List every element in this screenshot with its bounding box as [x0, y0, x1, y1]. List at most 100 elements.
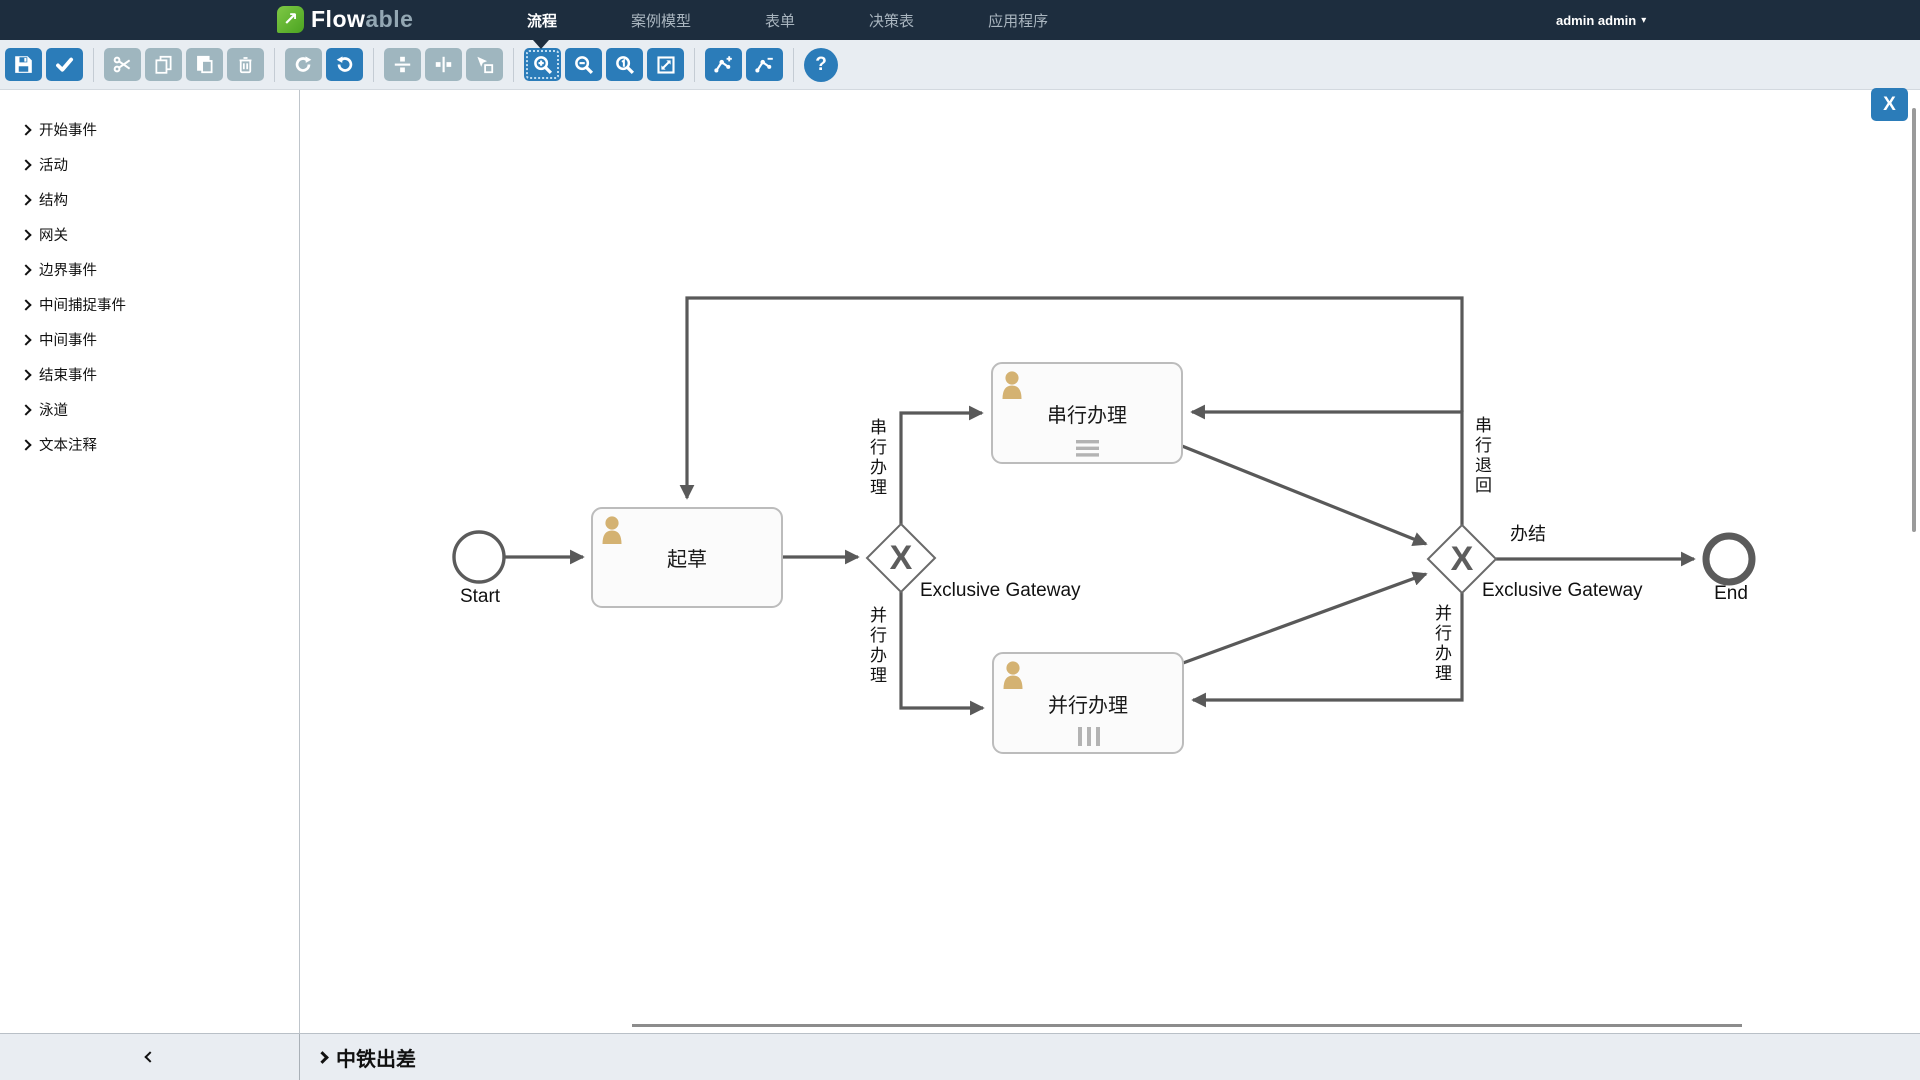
- toolbar-separator: [274, 48, 275, 82]
- chevron-right-icon: [20, 124, 31, 135]
- palette-group-intermediate-catching-events[interactable]: 中间捕捉事件: [0, 287, 299, 322]
- toolbar-separator: [694, 48, 695, 82]
- serial-task-label[interactable]: 串行办理: [992, 363, 1182, 463]
- end-event-label: End: [1700, 583, 1762, 605]
- palette-group-structural[interactable]: 结构: [0, 182, 299, 217]
- editor-toolbar: ? X: [0, 40, 1920, 90]
- bendpoint-add-icon: [714, 55, 733, 74]
- align-vertical-icon: [434, 55, 453, 74]
- same-size-icon: [475, 55, 494, 74]
- chevron-right-icon: [20, 369, 31, 380]
- main-nav: 流程 案例模型 表单 决策表 应用程序: [527, 0, 1048, 40]
- paste-icon: [195, 55, 214, 74]
- start-event-shape[interactable]: [454, 532, 504, 582]
- zoom-actual-icon: [615, 55, 635, 75]
- nav-tab-decision-tables[interactable]: 决策表: [869, 10, 914, 31]
- help-icon: ?: [815, 54, 827, 76]
- palette-group-start-events[interactable]: 开始事件: [0, 112, 299, 147]
- bendpoint-remove-button[interactable]: [746, 48, 783, 81]
- chevron-right-icon: [20, 229, 31, 240]
- validate-check-icon: [55, 55, 74, 74]
- palette-group-intermediate-events[interactable]: 中间事件: [0, 322, 299, 357]
- start-event-label: Start: [449, 586, 511, 608]
- palette-group-activities[interactable]: 活动: [0, 147, 299, 182]
- flow-gateway2-return-to-serial[interactable]: [1192, 412, 1462, 525]
- chevron-right-icon: [20, 194, 31, 205]
- chevron-right-icon: [20, 299, 31, 310]
- palette-group-end-events[interactable]: 结束事件: [0, 357, 299, 392]
- copy-icon: [154, 55, 173, 74]
- flowable-logo[interactable]: ↗ Flowable: [277, 6, 413, 33]
- toolbar-separator: [373, 48, 374, 82]
- process-title[interactable]: 中铁出差: [336, 1043, 416, 1072]
- bottom-bar: 中铁出差: [0, 1033, 1920, 1080]
- edge-label-to-parallel: 并行办理: [864, 606, 889, 686]
- gateway2-label: Exclusive Gateway: [1482, 580, 1643, 602]
- undo-icon: [335, 55, 354, 74]
- collapse-sidebar-button[interactable]: [0, 1034, 300, 1080]
- flowable-logo-icon: ↗: [277, 6, 304, 33]
- parallel-task-label[interactable]: 并行办理: [993, 653, 1183, 753]
- flowable-process-editor: ↗ Flowable 流程 案例模型 表单 决策表 应用程序 admin adm…: [0, 0, 1920, 1080]
- user-menu[interactable]: admin admin▾: [1556, 0, 1646, 40]
- palette-group-swimlanes[interactable]: 泳道: [0, 392, 299, 427]
- flow-parallel-to-gateway2[interactable]: [1183, 574, 1426, 663]
- align-vertical-button[interactable]: [425, 48, 462, 81]
- redo-button[interactable]: [285, 48, 322, 81]
- align-horizontal-button[interactable]: [384, 48, 421, 81]
- active-tab-caret-icon: [533, 40, 549, 49]
- paste-button[interactable]: [186, 48, 223, 81]
- top-navbar: ↗ Flowable 流程 案例模型 表单 决策表 应用程序 admin adm…: [0, 0, 1920, 40]
- nav-tab-process[interactable]: 流程: [527, 10, 557, 31]
- zoom-fit-button[interactable]: [647, 48, 684, 81]
- flow-gateway1-to-serial[interactable]: [901, 413, 982, 524]
- palette-group-list: 开始事件 活动 结构 网关 边界事件 中间捕捉事件 中间事件 结束事件 泳道 文…: [0, 90, 299, 462]
- nav-tab-forms[interactable]: 表单: [765, 10, 795, 31]
- cut-button[interactable]: [104, 48, 141, 81]
- delete-button[interactable]: [227, 48, 264, 81]
- toolbar-separator: [793, 48, 794, 82]
- flow-gateway1-to-parallel[interactable]: [901, 592, 983, 708]
- chevron-right-icon: [20, 159, 31, 170]
- undo-button[interactable]: [326, 48, 363, 81]
- zoom-actual-button[interactable]: [606, 48, 643, 81]
- same-size-button[interactable]: [466, 48, 503, 81]
- save-icon: [14, 55, 33, 74]
- edge-label-parallel-return: 并行办理: [1429, 604, 1454, 684]
- caret-down-icon: ▾: [1641, 15, 1646, 26]
- copy-button[interactable]: [145, 48, 182, 81]
- chevron-right-icon: [20, 334, 31, 345]
- palette-group-text-annotation[interactable]: 文本注释: [0, 427, 299, 462]
- canvas-horizontal-scrollbar[interactable]: [632, 1024, 1742, 1027]
- close-icon: X: [1883, 94, 1896, 116]
- brand-text: Flowable: [311, 6, 413, 33]
- close-editor-button[interactable]: X: [1871, 88, 1908, 121]
- validate-button[interactable]: [46, 48, 83, 81]
- zoom-in-icon: [533, 55, 553, 75]
- breadcrumb: 中铁出差: [300, 1034, 1920, 1080]
- trash-icon: [236, 55, 255, 74]
- palette-group-gateways[interactable]: 网关: [0, 217, 299, 252]
- zoom-in-button[interactable]: [524, 48, 561, 81]
- edge-label-finish: 办结: [1510, 520, 1546, 546]
- zoom-out-icon: [574, 55, 594, 75]
- draft-task-label[interactable]: 起草: [592, 508, 782, 607]
- align-horizontal-icon: [393, 55, 412, 74]
- edge-label-serial-return: 串行退回: [1469, 416, 1494, 496]
- bendpoint-add-button[interactable]: [705, 48, 742, 81]
- end-event-shape[interactable]: [1706, 536, 1752, 582]
- flow-serial-to-gateway2[interactable]: [1182, 446, 1426, 544]
- nav-tab-case-models[interactable]: 案例模型: [631, 10, 691, 31]
- redo-icon: [294, 55, 313, 74]
- help-button[interactable]: ?: [804, 48, 838, 82]
- palette-group-boundary-events[interactable]: 边界事件: [0, 252, 299, 287]
- zoom-out-button[interactable]: [565, 48, 602, 81]
- save-button[interactable]: [5, 48, 42, 81]
- bpmn-diagram: [301, 90, 1920, 1033]
- cut-icon: [113, 55, 132, 74]
- chevron-right-icon: [20, 439, 31, 450]
- bpmn-canvas[interactable]: 起草 串行办理 并行办理 X X Start End Exclusive Gat…: [301, 90, 1920, 1033]
- canvas-vertical-scrollbar[interactable]: [1912, 108, 1916, 532]
- nav-tab-apps[interactable]: 应用程序: [988, 10, 1048, 31]
- zoom-fit-icon: [656, 55, 676, 75]
